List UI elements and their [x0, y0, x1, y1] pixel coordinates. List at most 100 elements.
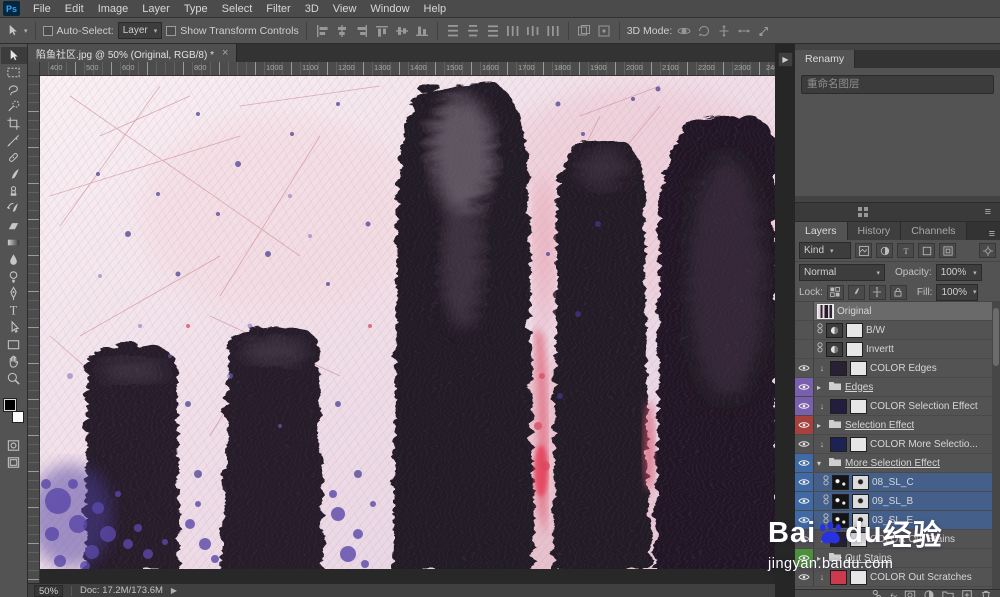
layer-visibility-toggle[interactable] [795, 568, 814, 586]
layer-row[interactable]: ▾ More Selection Effect [795, 454, 1000, 473]
layer-thumbnail[interactable] [830, 436, 847, 452]
link-layers-icon[interactable] [871, 590, 883, 597]
menu-window[interactable]: Window [363, 0, 416, 18]
tool-preset-caret-icon[interactable]: ▾ [24, 27, 28, 35]
lock-pixels-icon[interactable] [847, 284, 865, 300]
layer-style-icon[interactable]: fx [890, 592, 897, 597]
layer-mask-thumbnail[interactable] [850, 436, 867, 452]
color-swatches[interactable] [2, 398, 25, 423]
lock-position-icon[interactable] [868, 284, 886, 300]
layer-visibility-toggle[interactable] [795, 397, 814, 415]
layer-visibility-toggle[interactable] [795, 340, 814, 358]
layer-mask-thumbnail[interactable] [846, 341, 863, 357]
align-horizontal-centers-icon[interactable] [334, 23, 350, 39]
distribute-right-edges-icon[interactable] [545, 23, 561, 39]
align-vertical-centers-icon[interactable] [394, 23, 410, 39]
background-color-swatch[interactable] [11, 411, 24, 423]
auto-align-layers-icon[interactable] [576, 23, 592, 39]
layer-mask-thumbnail[interactable] [850, 398, 867, 414]
lock-transparency-icon[interactable] [826, 284, 844, 300]
group-expander-icon[interactable]: ▾ [817, 459, 825, 468]
scrollbar-thumb[interactable] [993, 308, 999, 366]
layer-visibility-toggle[interactable] [795, 473, 814, 491]
menu-image[interactable]: Image [91, 0, 136, 18]
3d-scale-icon[interactable] [756, 23, 772, 39]
layers-panel-menu-icon[interactable]: ≡ [984, 228, 1000, 240]
tool-lasso[interactable] [1, 81, 27, 98]
auto-select-checkbox[interactable] [42, 25, 53, 36]
layer-visibility-toggle[interactable] [795, 492, 814, 510]
distribute-vertical-centers-icon[interactable] [465, 23, 481, 39]
layer-thumbnail[interactable] [830, 360, 847, 376]
filter-type-layers-icon[interactable]: T [897, 243, 914, 258]
tool-clone-stamp[interactable] [1, 183, 27, 200]
layer-visibility-toggle[interactable] [795, 435, 814, 453]
align-bottom-edges-icon[interactable] [414, 23, 430, 39]
tool-zoom[interactable] [1, 370, 27, 387]
layer-visibility-toggle[interactable] [795, 416, 814, 434]
foreground-color-swatch[interactable] [2, 398, 17, 412]
layer-row[interactable]: 08_SL_C [795, 473, 1000, 492]
show-transform-controls-checkbox[interactable] [166, 25, 177, 36]
layer-visibility-toggle[interactable] [795, 359, 814, 377]
layer-visibility-toggle[interactable] [795, 530, 814, 548]
adjustment-layer-icon[interactable] [826, 341, 843, 357]
layer-thumbnail[interactable] [830, 569, 847, 585]
menu-edit[interactable]: Edit [58, 0, 91, 18]
layer-mask-thumbnail[interactable] [846, 322, 863, 338]
tool-shape[interactable] [1, 336, 27, 353]
tool-rectangular-marquee[interactable] [1, 64, 27, 81]
layer-mask-thumbnail[interactable] [850, 531, 867, 547]
align-right-edges-icon[interactable] [354, 23, 370, 39]
new-layer-icon[interactable] [961, 590, 973, 597]
layer-mask-thumbnail[interactable] [850, 569, 867, 585]
tool-quick-selection[interactable] [1, 98, 27, 115]
layer-thumbnail[interactable] [832, 512, 849, 528]
status-options-arrow-icon[interactable]: ▶ [171, 586, 177, 595]
layer-visibility-toggle[interactable] [795, 321, 814, 339]
tool-hand[interactable] [1, 353, 27, 370]
layer-row[interactable]: ↓ COLOR Selection Effect [795, 397, 1000, 416]
tab-channels[interactable]: Channels [901, 222, 967, 240]
filter-adjustment-layers-icon[interactable] [876, 243, 893, 258]
adjustment-layer-icon[interactable] [826, 322, 843, 338]
panel-dock-menu-icon[interactable]: ≡ [980, 206, 996, 218]
layer-thumbnail[interactable] [830, 531, 847, 547]
tool-eyedropper[interactable] [1, 132, 27, 149]
layer-row[interactable]: B/W [795, 321, 1000, 340]
lock-all-icon[interactable] [889, 284, 907, 300]
distribute-bottom-edges-icon[interactable] [485, 23, 501, 39]
menu-layer[interactable]: Layer [135, 0, 177, 18]
tab-renamy[interactable]: Renamy [795, 50, 856, 68]
filter-kind-dropdown[interactable]: Kind ▾ [799, 242, 851, 259]
layer-thumbnail[interactable] [832, 493, 849, 509]
delete-layer-icon[interactable] [980, 590, 992, 597]
layer-row[interactable]: Invertt [795, 340, 1000, 359]
3d-roll-icon[interactable] [696, 23, 712, 39]
layer-mask-thumbnail[interactable] [852, 512, 869, 528]
distribute-horizontal-centers-icon[interactable] [525, 23, 541, 39]
tool-brush[interactable] [1, 166, 27, 183]
layer-mask-thumbnail[interactable] [852, 493, 869, 509]
filter-smart-objects-icon[interactable] [939, 243, 956, 258]
new-group-icon[interactable] [942, 590, 954, 597]
layer-mask-thumbnail[interactable] [852, 474, 869, 490]
layer-row[interactable]: 03_SL_E [795, 511, 1000, 530]
distribute-left-edges-icon[interactable] [505, 23, 521, 39]
tool-crop[interactable] [1, 115, 27, 132]
tool-gradient[interactable] [1, 234, 27, 251]
tool-blur[interactable] [1, 251, 27, 268]
tool-path-selection[interactable] [1, 319, 27, 336]
document-close-icon[interactable]: × [222, 47, 228, 59]
add-mask-icon[interactable] [904, 590, 916, 597]
layer-visibility-toggle[interactable] [795, 511, 814, 529]
menu-3d[interactable]: 3D [298, 0, 326, 18]
tool-healing-brush[interactable] [1, 149, 27, 166]
menu-select[interactable]: Select [215, 0, 260, 18]
filter-pixel-layers-icon[interactable] [855, 243, 872, 258]
layers-scrollbar[interactable] [992, 302, 1000, 589]
blend-mode-dropdown[interactable]: Normal ▾ [799, 264, 885, 281]
tab-history[interactable]: History [847, 222, 902, 240]
screen-mode-button[interactable] [1, 454, 27, 471]
layer-visibility-toggle[interactable] [795, 378, 814, 396]
